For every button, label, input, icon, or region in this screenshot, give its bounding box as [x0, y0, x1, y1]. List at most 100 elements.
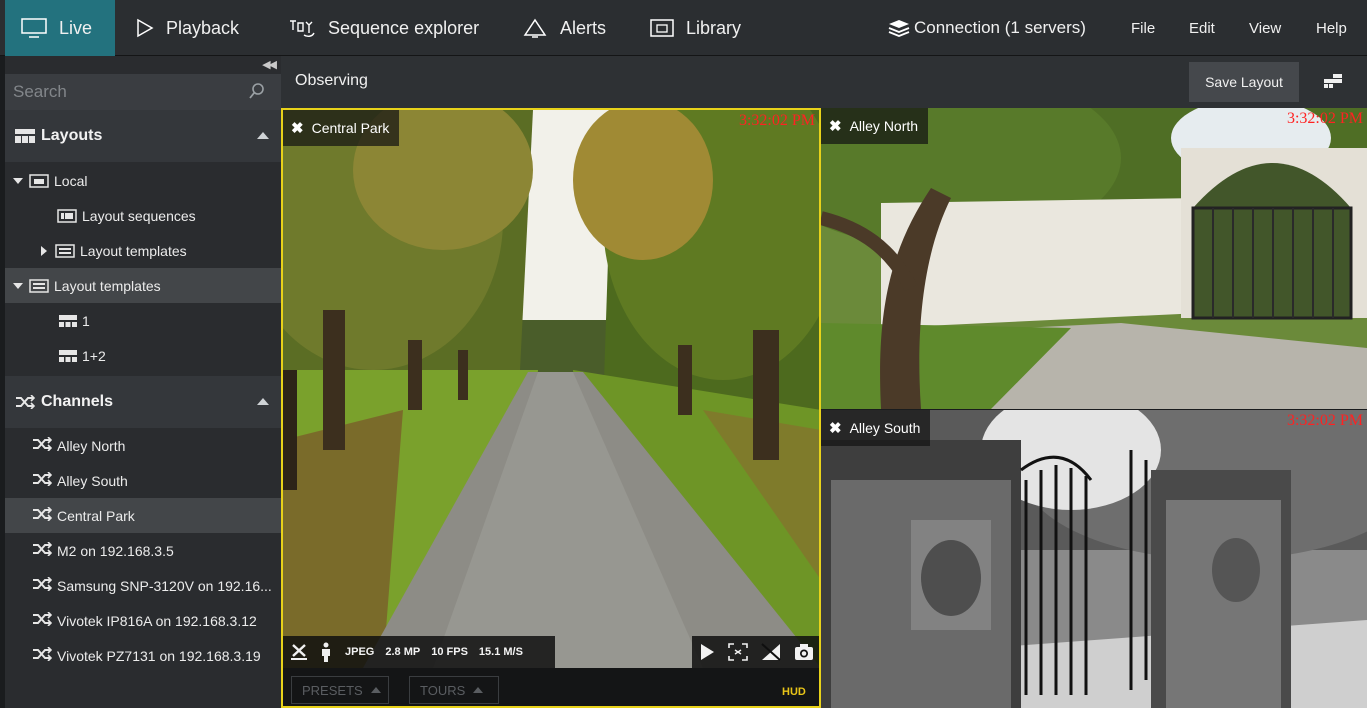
- close-pane-icon[interactable]: ✖: [829, 117, 842, 135]
- close-pane-icon[interactable]: ✖: [291, 119, 304, 137]
- shuffle-icon: [15, 395, 35, 409]
- tree-item-layout-1-plus-2[interactable]: 1+2: [5, 338, 281, 373]
- layout-grid-icon[interactable]: [1324, 74, 1342, 88]
- tree-label: Local: [54, 173, 87, 189]
- pane-title-text: Central Park: [312, 120, 390, 136]
- section-title: Channels: [41, 393, 113, 411]
- timestamp: 3:32:02 PM: [739, 112, 815, 130]
- sequence-icon: [288, 18, 316, 38]
- tab-playback[interactable]: Playback: [136, 0, 239, 56]
- channels-section-header[interactable]: Channels: [5, 376, 281, 428]
- menu-help[interactable]: Help: [1316, 0, 1347, 56]
- channel-item[interactable]: Alley North: [5, 428, 281, 463]
- pane-controls: [692, 636, 820, 668]
- menu-edit[interactable]: Edit: [1189, 0, 1215, 56]
- collapse-sidebar-icon[interactable]: ◀◀: [262, 58, 275, 71]
- tab-live[interactable]: Live: [5, 0, 115, 56]
- channel-item[interactable]: M2 on 192.168.3.5: [5, 533, 281, 568]
- expand-caret-icon[interactable]: [41, 246, 47, 256]
- template-icon: [55, 244, 75, 258]
- channel-item[interactable]: Vivotek PZ7131 on 192.168.3.19: [5, 638, 281, 673]
- pane-title-text: Alley South: [850, 420, 921, 436]
- tree-item-layout-sequences[interactable]: Layout sequences: [5, 198, 281, 233]
- tree-label: Layout templates: [54, 278, 161, 294]
- caret-up-icon: [371, 687, 381, 693]
- presets-label: PRESETS: [302, 683, 363, 698]
- layout-icon: [59, 315, 77, 327]
- video-pane-alley-north[interactable]: ✖ Alley North 3:32:02 PM: [821, 108, 1367, 409]
- pane-title-text: Alley North: [850, 118, 918, 134]
- tours-button[interactable]: TOURS: [409, 676, 499, 704]
- tree-item-local[interactable]: Local: [5, 163, 281, 198]
- tab-label: Playback: [166, 18, 239, 39]
- camera-feed-image: [283, 110, 821, 668]
- channel-item[interactable]: Vivotek IP816A on 192.168.3.12: [5, 603, 281, 638]
- tab-label: Live: [59, 18, 92, 39]
- layout-icon: [15, 129, 35, 143]
- timestamp: 3:32:02 PM: [1287, 110, 1363, 128]
- layouts-section-header[interactable]: Layouts: [5, 110, 281, 162]
- channel-item[interactable]: Alley South: [5, 463, 281, 498]
- person-icon[interactable]: [319, 642, 333, 662]
- resolution-label: 2.8 MP: [385, 646, 420, 658]
- channel-item[interactable]: Central Park: [5, 498, 281, 533]
- shuffle-icon: [32, 472, 52, 489]
- menu-view[interactable]: View: [1249, 0, 1281, 56]
- video-pane-central-park[interactable]: ✖ Central Park 3:32:02 PM JPEG 2.8 MP 10…: [281, 108, 821, 708]
- mute-icon[interactable]: [761, 643, 781, 661]
- tree-item-layout-templates[interactable]: Layout templates: [5, 268, 281, 303]
- channel-label: Vivotek PZ7131 on 192.168.3.19: [57, 648, 261, 664]
- expand-caret-icon[interactable]: [13, 178, 23, 184]
- monitor-icon: [21, 18, 47, 38]
- channel-label: Vivotek IP816A on 192.168.3.12: [57, 613, 257, 629]
- hud-toggle[interactable]: HUD: [782, 686, 806, 698]
- tree-item-layout-templates-local[interactable]: Layout templates: [5, 233, 281, 268]
- tab-library[interactable]: Library: [650, 0, 741, 56]
- tree-item-layout-1[interactable]: 1: [5, 303, 281, 338]
- connection-menu[interactable]: Connection (1 servers): [888, 0, 1086, 56]
- search-icon[interactable]: [249, 82, 265, 100]
- tree-label: Layout sequences: [82, 208, 196, 224]
- shuffle-icon: [32, 542, 52, 559]
- disconnect-icon[interactable]: [289, 642, 309, 662]
- tab-alerts[interactable]: Alerts: [522, 0, 606, 56]
- shuffle-icon: [32, 647, 52, 664]
- camera-feed-image: [821, 108, 1367, 409]
- stack-icon: [888, 19, 910, 37]
- play-icon[interactable]: [699, 643, 715, 661]
- sidebar: ◀◀ Layouts Local Layout sequences Layout…: [5, 56, 281, 708]
- connection-label: Connection (1 servers): [914, 18, 1086, 38]
- channel-label: Alley South: [57, 473, 128, 489]
- channel-label: Samsung SNP-3120V on 192.16...: [57, 578, 272, 594]
- tree-label: 1: [82, 313, 90, 329]
- tree-label: Layout templates: [80, 243, 187, 259]
- fullscreen-icon[interactable]: [728, 643, 748, 661]
- tours-label: TOURS: [420, 683, 465, 698]
- shuffle-icon: [32, 507, 52, 524]
- camera-feed-image: [821, 410, 1367, 708]
- pane-title: ✖ Alley North: [821, 108, 928, 144]
- collapse-caret-icon[interactable]: [257, 398, 269, 405]
- collapse-caret-icon[interactable]: [257, 132, 269, 139]
- search-input[interactable]: [5, 74, 281, 110]
- caret-up-icon: [473, 687, 483, 693]
- shuffle-icon: [32, 437, 52, 454]
- tab-label: Sequence explorer: [328, 18, 479, 39]
- video-pane-alley-south[interactable]: ✖ Alley South 3:32:02 PM: [821, 410, 1367, 708]
- tab-sequence-explorer[interactable]: Sequence explorer: [288, 0, 479, 56]
- play-icon: [136, 18, 154, 38]
- expand-caret-icon[interactable]: [13, 283, 23, 289]
- timestamp: 3:32:02 PM: [1287, 412, 1363, 430]
- close-pane-icon[interactable]: ✖: [829, 419, 842, 437]
- save-layout-button[interactable]: Save Layout: [1189, 62, 1299, 102]
- menu-file[interactable]: File: [1131, 0, 1155, 56]
- bell-icon: [522, 17, 548, 39]
- library-icon: [650, 18, 674, 38]
- presets-button[interactable]: PRESETS: [291, 676, 389, 704]
- pane-title: ✖ Alley South: [821, 410, 930, 446]
- camera-snapshot-icon[interactable]: [794, 643, 814, 661]
- channel-item[interactable]: Samsung SNP-3120V on 192.16...: [5, 568, 281, 603]
- tab-label: Alerts: [560, 18, 606, 39]
- shuffle-icon: [32, 612, 52, 629]
- tab-label: Library: [686, 18, 741, 39]
